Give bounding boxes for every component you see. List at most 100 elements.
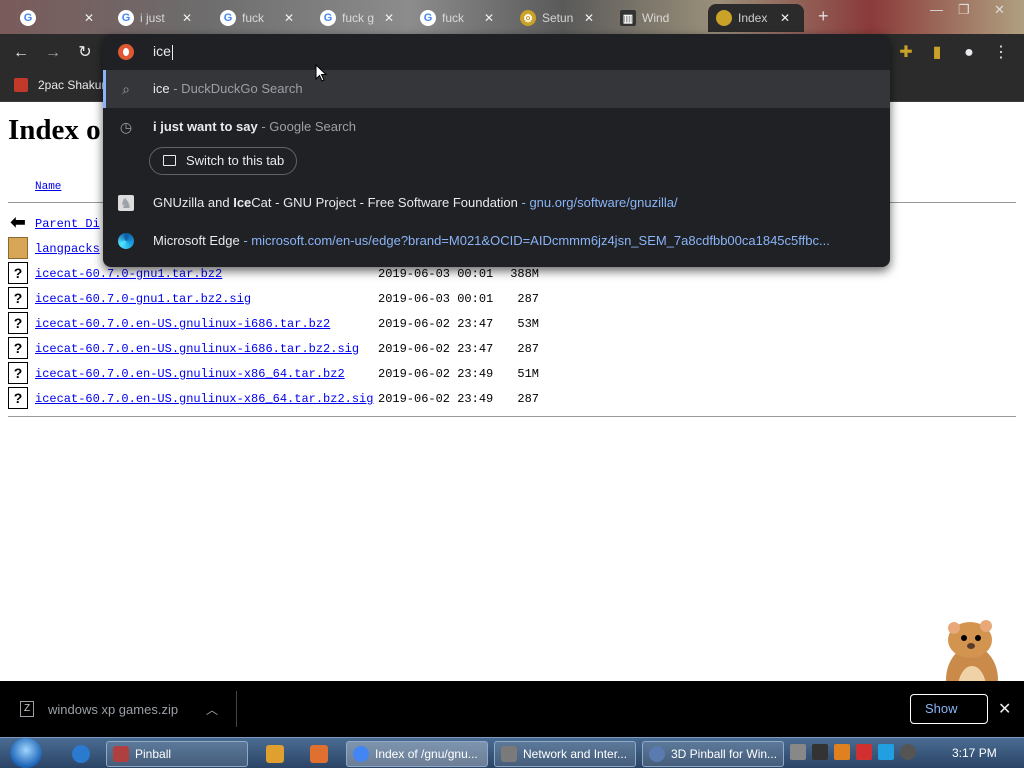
tray-icon[interactable] bbox=[790, 744, 806, 760]
app-icon[interactable] bbox=[310, 745, 328, 763]
file-link[interactable]: icecat-60.7.0-gnu1.tar.bz2.sig bbox=[35, 292, 251, 306]
window-close-icon[interactable]: ✕ bbox=[994, 2, 1005, 18]
reload-icon[interactable]: ↻ bbox=[74, 42, 96, 64]
unknown-file-icon: ? bbox=[8, 287, 28, 309]
menu-icon[interactable]: ⋮ bbox=[990, 42, 1012, 64]
file-date: 2019-06-02 23:47 bbox=[378, 317, 494, 331]
unknown-file-icon: ? bbox=[8, 337, 28, 359]
profile-icon[interactable]: ● bbox=[958, 42, 980, 64]
search-icon: ⌕ bbox=[122, 81, 130, 97]
volume-icon[interactable] bbox=[900, 744, 916, 760]
browser-tab[interactable]: G fuck ✕ bbox=[212, 4, 302, 32]
close-icon[interactable]: ✕ bbox=[484, 11, 494, 25]
browser-tab[interactable]: G fuck g ✕ bbox=[312, 4, 402, 32]
download-bar: Z windows xp games.zip ︿ Show ✕ bbox=[0, 681, 1024, 737]
taskbar-item[interactable]: Network and Inter... bbox=[494, 741, 636, 767]
file-size: 51M bbox=[517, 367, 539, 381]
taskbar-item[interactable]: Pinball bbox=[106, 741, 248, 767]
tab-title: fuck g bbox=[342, 11, 375, 25]
suggestion-text: Microsoft Edge - microsoft.com/en-us/edg… bbox=[153, 233, 830, 248]
file-link[interactable]: icecat-60.7.0-gnu1.tar.bz2 bbox=[35, 267, 222, 281]
address-input[interactable]: ice bbox=[153, 43, 173, 60]
gear-icon: ⚙ bbox=[520, 10, 536, 26]
internet-explorer-icon[interactable] bbox=[72, 745, 90, 763]
file-size: 287 bbox=[517, 342, 539, 356]
file-date: 2019-06-02 23:49 bbox=[378, 392, 494, 406]
browser-tab[interactable]: G ✕ bbox=[12, 4, 102, 32]
history-icon: ◷ bbox=[119, 119, 133, 135]
address-bar[interactable]: ice bbox=[103, 34, 890, 70]
tab-title: fuck bbox=[442, 11, 465, 25]
suggestion-item[interactable]: Microsoft Edge - microsoft.com/en-us/edg… bbox=[103, 222, 890, 260]
windows-taskbar: Pinball Index of /gnu/gnu... Network and… bbox=[0, 737, 1024, 768]
suggestion-text: GNUzilla and IceCat - GNU Project - Free… bbox=[153, 195, 678, 210]
tray-icon[interactable] bbox=[878, 744, 894, 760]
file-link[interactable]: langpacks bbox=[35, 242, 100, 256]
pinball-icon bbox=[113, 746, 129, 762]
zip-file-icon: Z bbox=[20, 701, 34, 717]
close-icon[interactable]: ✕ bbox=[284, 11, 294, 25]
download-item[interactable]: Z windows xp games.zip bbox=[20, 701, 178, 717]
minimize-icon[interactable]: — bbox=[930, 2, 943, 17]
file-link[interactable]: Parent Di bbox=[35, 217, 100, 231]
media-player-icon[interactable] bbox=[266, 745, 284, 763]
column-header-name[interactable]: Name bbox=[35, 181, 61, 193]
browser-tab[interactable]: ▥ Wind bbox=[612, 4, 692, 32]
suggestion-item[interactable]: ◷ i just want to say - Google Search bbox=[103, 108, 890, 146]
file-link[interactable]: icecat-60.7.0.en-US.gnulinux-x86_64.tar.… bbox=[35, 367, 345, 381]
suggestion-item-selected[interactable]: ⌕ ice - DuckDuckGo Search bbox=[103, 70, 890, 108]
bookmark-label: 2pac Shakur bbox=[38, 78, 106, 92]
tray-icon[interactable] bbox=[856, 744, 872, 760]
unknown-file-icon: ? bbox=[8, 312, 28, 334]
close-icon[interactable]: ✕ bbox=[780, 11, 790, 25]
new-tab-button[interactable]: + bbox=[818, 6, 829, 27]
close-icon[interactable]: ✕ bbox=[998, 699, 1011, 719]
tab-title: Setun bbox=[542, 11, 574, 25]
google-icon: G bbox=[118, 10, 134, 26]
bookmark-icon bbox=[14, 78, 28, 92]
browser-tab-active[interactable]: Index ✕ bbox=[708, 4, 804, 32]
google-icon: G bbox=[220, 10, 236, 26]
suggestion-item[interactable]: ♞ GNUzilla and IceCat - GNU Project - Fr… bbox=[103, 184, 890, 222]
back-icon[interactable]: ← bbox=[10, 42, 32, 64]
selection-indicator bbox=[103, 70, 106, 108]
tray-icon[interactable] bbox=[812, 744, 828, 760]
duckduckgo-icon bbox=[118, 44, 134, 60]
omnibox-dropdown: ice ⌕ ice - DuckDuckGo Search ◷ i just w… bbox=[103, 34, 890, 267]
taskbar-clock[interactable]: 3:17 PM bbox=[952, 746, 997, 760]
close-icon[interactable]: ✕ bbox=[384, 11, 394, 25]
suggestion-text: ice - DuckDuckGo Search bbox=[153, 81, 303, 96]
tab-title: Wind bbox=[642, 11, 670, 25]
start-button[interactable] bbox=[10, 738, 42, 768]
maximize-icon[interactable]: ❐ bbox=[958, 2, 970, 18]
file-link[interactable]: icecat-60.7.0.en-US.gnulinux-x86_64.tar.… bbox=[35, 392, 373, 406]
taskbar-item-active[interactable]: Index of /gnu/gnu... bbox=[346, 741, 488, 767]
show-all-button[interactable]: Show bbox=[910, 694, 988, 724]
file-date: 2019-06-03 00:01 bbox=[378, 292, 494, 306]
forward-icon[interactable]: → bbox=[42, 42, 64, 64]
browser-tab[interactable]: ⚙ Setun ✕ bbox=[512, 4, 602, 32]
tray-icon[interactable] bbox=[834, 744, 850, 760]
text-caret bbox=[171, 44, 173, 60]
side-panel-icon[interactable]: ▮ bbox=[926, 42, 948, 64]
browser-tab[interactable]: G i just ✕ bbox=[110, 4, 200, 32]
file-date: 2019-06-02 23:47 bbox=[378, 342, 494, 356]
file-link[interactable]: icecat-60.7.0.en-US.gnulinux-i686.tar.bz… bbox=[35, 317, 330, 331]
file-link[interactable]: icecat-60.7.0.en-US.gnulinux-i686.tar.bz… bbox=[35, 342, 359, 356]
switch-to-tab-button[interactable]: Switch to this tab bbox=[149, 147, 298, 175]
back-arrow-icon: ⬅ bbox=[8, 212, 28, 234]
unknown-file-icon: ? bbox=[8, 262, 28, 284]
taskbar-item[interactable]: 3D Pinball for Win... bbox=[642, 741, 784, 767]
divider bbox=[236, 691, 237, 727]
browser-tab[interactable]: G fuck ✕ bbox=[412, 4, 502, 32]
chevron-up-icon[interactable]: ︿ bbox=[206, 701, 218, 718]
bookmark-item[interactable]: 2pac Shakur bbox=[14, 78, 105, 92]
close-icon[interactable]: ✕ bbox=[584, 11, 594, 25]
close-icon[interactable]: ✕ bbox=[84, 11, 94, 25]
folder-icon bbox=[8, 237, 28, 259]
gnu-icon: ♞ bbox=[118, 195, 134, 211]
extensions-icon[interactable]: ✚ bbox=[895, 42, 917, 64]
tab-title: i just bbox=[140, 11, 165, 25]
close-icon[interactable]: ✕ bbox=[182, 11, 192, 25]
mouse-cursor-icon bbox=[315, 64, 327, 82]
